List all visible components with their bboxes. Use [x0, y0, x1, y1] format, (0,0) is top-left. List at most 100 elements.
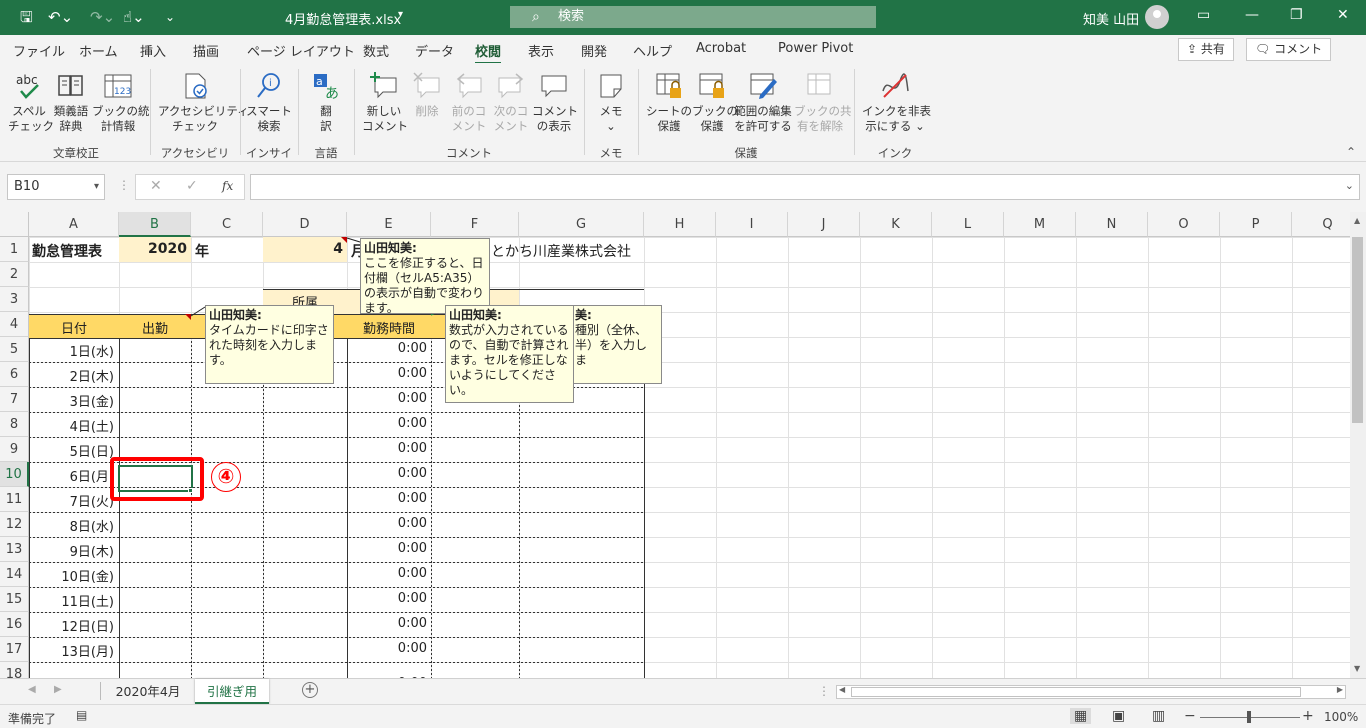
- user-name[interactable]: 知美 山田: [1083, 9, 1139, 28]
- row-header-12[interactable]: 12: [0, 512, 29, 537]
- formula-input[interactable]: ⌄: [250, 174, 1360, 200]
- add-sheet-icon[interactable]: +: [302, 682, 318, 698]
- restore-icon[interactable]: ❐: [1290, 7, 1303, 23]
- tab-view[interactable]: 表示: [528, 41, 554, 60]
- row-header-15[interactable]: 15: [0, 587, 29, 612]
- previous-comment-button[interactable]: 前のコ メント: [448, 71, 490, 134]
- fill-handle[interactable]: [188, 488, 193, 493]
- sheet-tab-handover[interactable]: 引継ぎ用: [195, 679, 269, 704]
- collapse-ribbon-icon[interactable]: ⌃: [1346, 145, 1356, 159]
- minimize-icon[interactable]: —: [1245, 7, 1259, 23]
- date-cell[interactable]: 13日(月): [29, 641, 114, 660]
- date-cell[interactable]: 4日(土): [29, 416, 114, 435]
- tab-help[interactable]: ヘルプ: [633, 41, 672, 60]
- tab-review[interactable]: 校閲: [475, 41, 502, 65]
- avatar[interactable]: [1145, 5, 1169, 29]
- protect-workbook-button[interactable]: ブックの 保護: [692, 71, 738, 134]
- new-comment-button[interactable]: 新しい コメント: [362, 71, 408, 134]
- sheet-tab-april[interactable]: 2020年4月: [104, 679, 192, 704]
- date-cell[interactable]: 10日(金): [29, 566, 114, 585]
- file-name-chevron-icon[interactable]: ▾: [398, 9, 403, 20]
- save-icon[interactable]: 🖫: [20, 8, 33, 26]
- prev-sheet-icon[interactable]: ◀: [28, 684, 36, 695]
- row-header-14[interactable]: 14: [0, 562, 29, 587]
- comment-clock-in[interactable]: 山田知美: タイムカードに印字された時刻を入力します。: [205, 305, 334, 384]
- row-header-9[interactable]: 9: [0, 437, 29, 462]
- thesaurus-button[interactable]: 類義語 辞典: [50, 71, 92, 134]
- tab-acrobat[interactable]: Acrobat: [696, 41, 746, 56]
- column-header-l[interactable]: L: [932, 212, 1004, 237]
- tab-draw[interactable]: 描画: [193, 41, 219, 60]
- drag-handle-icon[interactable]: ⋮: [118, 178, 130, 192]
- chevron-down-icon[interactable]: ▾: [94, 175, 99, 199]
- tab-page-layout[interactable]: ページ レイアウト: [247, 41, 355, 60]
- row-header-17[interactable]: 17: [0, 637, 29, 662]
- comment-leave-type[interactable]: 美: 種別（全休、半）を入力しま: [560, 305, 662, 384]
- enter-icon[interactable]: ✓: [186, 178, 198, 194]
- close-icon[interactable]: ✕: [1337, 7, 1349, 23]
- ribbon-display-icon[interactable]: ▭: [1197, 7, 1210, 23]
- work-hours-cell[interactable]: 0:00: [347, 541, 427, 556]
- row-header-8[interactable]: 8: [0, 412, 29, 437]
- work-hours-cell[interactable]: 0:00: [347, 491, 427, 506]
- allow-edit-ranges-button[interactable]: 範囲の編集 を許可する: [732, 71, 794, 134]
- scroll-down-icon[interactable]: ▼: [1354, 664, 1360, 673]
- row-header-16[interactable]: 16: [0, 612, 29, 637]
- tab-insert[interactable]: 挿入: [140, 41, 166, 60]
- work-hours-cell[interactable]: 0:00: [347, 516, 427, 531]
- scroll-up-icon[interactable]: ▲: [1354, 216, 1360, 225]
- cancel-icon[interactable]: ✕: [150, 178, 162, 194]
- tab-formulas[interactable]: 数式: [363, 41, 389, 60]
- page-layout-view-icon[interactable]: ▣: [1112, 708, 1125, 724]
- date-cell[interactable]: 7日(火): [29, 491, 114, 510]
- tab-data[interactable]: データ: [415, 41, 454, 60]
- tab-file[interactable]: ファイル: [13, 41, 65, 60]
- search-box[interactable]: ⌕ 検索: [510, 6, 876, 28]
- notes-button[interactable]: メモ ⌄: [592, 71, 630, 134]
- date-cell[interactable]: 9日(木): [29, 541, 114, 560]
- scroll-left-icon[interactable]: ◀: [839, 685, 845, 694]
- redo-icon[interactable]: ↷⌄: [90, 8, 115, 26]
- work-hours-cell[interactable]: 0:00: [347, 616, 427, 631]
- hide-ink-button[interactable]: インクを非表 示にする ⌄: [862, 71, 931, 134]
- column-header-j[interactable]: J: [788, 212, 860, 237]
- comment-date-range[interactable]: 山田知美: ここを修正すると、日付欄（セルA5:A35）の表示が自動で変わります…: [360, 238, 490, 315]
- touch-mode-icon[interactable]: ☝⌄: [123, 8, 145, 26]
- horizontal-scroll-thumb[interactable]: [851, 687, 1301, 697]
- share-button[interactable]: ⇪ 共有: [1178, 38, 1234, 61]
- name-box[interactable]: B10 ▾: [7, 174, 105, 200]
- expand-formula-bar-icon[interactable]: ⌄: [1345, 179, 1354, 192]
- date-cell[interactable]: 5日(日): [29, 441, 114, 460]
- vertical-scroll-thumb[interactable]: [1352, 237, 1363, 423]
- work-hours-cell[interactable]: 0:00: [347, 466, 427, 481]
- customize-qat-icon[interactable]: ⌄: [165, 8, 175, 26]
- date-cell[interactable]: 6日(月): [29, 466, 114, 485]
- tab-split-handle-icon[interactable]: ⋮: [818, 684, 830, 698]
- comment-work-hours[interactable]: 山田知美: 数式が入力されているので、自動で計算されます。セルを修正しないように…: [445, 305, 574, 403]
- delete-comment-button[interactable]: 削除: [406, 71, 448, 119]
- accessibility-check-button[interactable]: アクセシビリティ チェック: [158, 71, 249, 134]
- column-header-q[interactable]: Q: [1292, 212, 1350, 237]
- horizontal-scrollbar[interactable]: ◀ ▶: [836, 685, 1346, 699]
- zoom-out-icon[interactable]: −: [1184, 708, 1196, 724]
- column-header-o[interactable]: O: [1148, 212, 1220, 237]
- scroll-right-icon[interactable]: ▶: [1337, 685, 1343, 694]
- work-hours-cell[interactable]: 0:00: [347, 641, 427, 656]
- normal-view-icon[interactable]: ▦: [1070, 708, 1092, 724]
- zoom-slider-thumb[interactable]: [1247, 711, 1251, 723]
- date-cell[interactable]: 8日(水): [29, 516, 114, 535]
- undo-icon[interactable]: ↶⌄: [48, 8, 73, 26]
- spelling-button[interactable]: abc スペル チェック: [8, 71, 54, 134]
- row-header-10[interactable]: 10: [0, 462, 29, 487]
- row-header-13[interactable]: 13: [0, 537, 29, 562]
- smart-lookup-button[interactable]: i スマート 検索: [246, 71, 292, 134]
- row-header-11[interactable]: 11: [0, 487, 29, 512]
- column-header-i[interactable]: I: [716, 212, 788, 237]
- date-cell[interactable]: 12日(日): [29, 616, 114, 635]
- next-sheet-icon[interactable]: ▶: [54, 684, 62, 695]
- show-comments-button[interactable]: コメント の表示: [532, 71, 578, 134]
- zoom-level[interactable]: 100%: [1324, 710, 1358, 724]
- unshare-workbook-button[interactable]: ブックの共 有を解除: [794, 71, 852, 134]
- insert-function-icon[interactable]: fx: [222, 179, 233, 193]
- work-hours-cell[interactable]: 0:00: [347, 591, 427, 606]
